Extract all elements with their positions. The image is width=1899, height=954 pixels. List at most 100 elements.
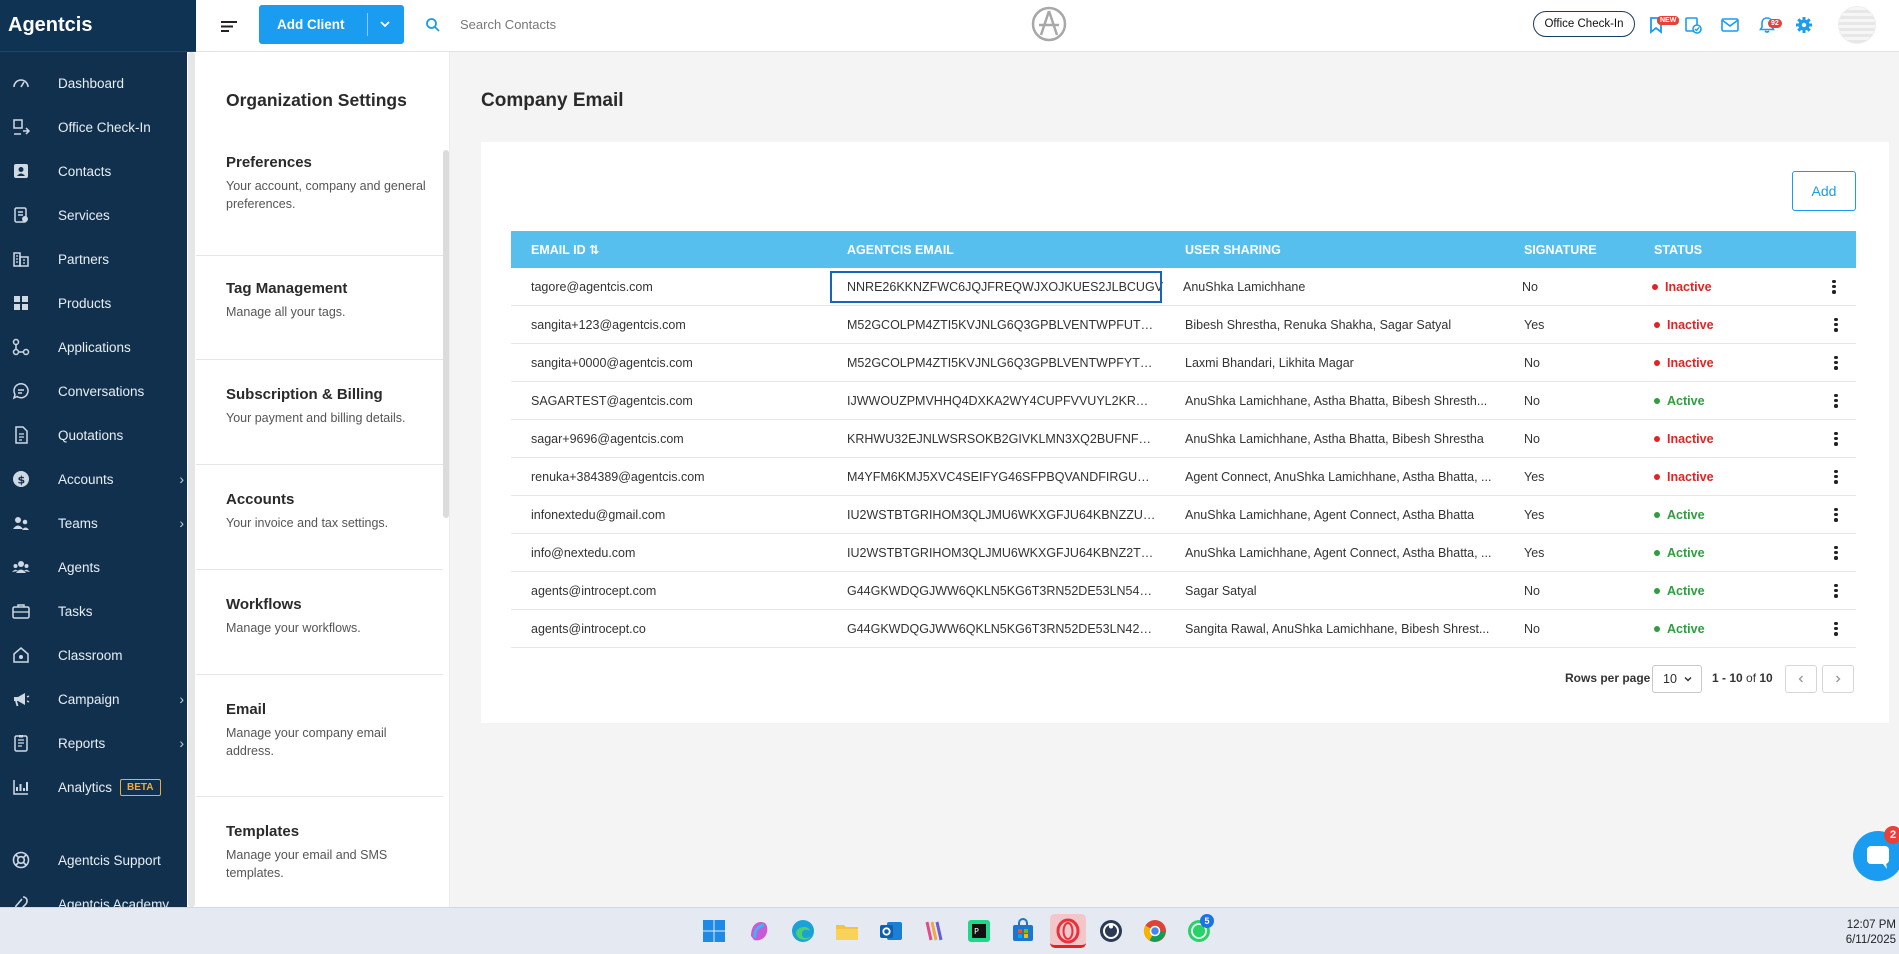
sidebar-item-partners[interactable]: Partners xyxy=(0,237,196,281)
sidebar-item-products[interactable]: Products xyxy=(0,281,196,325)
cell-agentcis-email[interactable]: IJWWOUZPMVHHQ4DXKA2WY4CUPFVVUYL2KRWFET..… xyxy=(827,394,1165,408)
cell-agentcis-email[interactable]: G44GKWDQGJWW6QKLN5KG6T3RN52DE53LN54VSV..… xyxy=(827,584,1165,598)
cell-agentcis-email[interactable]: NNRE26KKNZFWC6JQJFREQWJXOJKUES2JLBCUGVLF… xyxy=(829,270,1163,304)
chevron-down-icon[interactable] xyxy=(378,17,392,31)
table-row[interactable]: tagore@agentcis.com NNRE26KKNZFWC6JQJFREQ… xyxy=(511,268,1856,306)
cell-agentcis-email[interactable]: M52GCOLPM4ZTI5KVJNLG6Q3GPBLVENTWPFYTQTC.… xyxy=(827,356,1165,370)
cell-agentcis-email[interactable]: M52GCOLPM4ZTI5KVJNLG6Q3GPBLVENTWPFUTMS..… xyxy=(827,318,1165,332)
office-checkin-button[interactable]: Office Check-In xyxy=(1533,11,1635,37)
table-row[interactable]: SAGARTEST@agentcis.com IJWWOUZPMVHHQ4DXKA… xyxy=(511,382,1856,420)
next-page-button[interactable] xyxy=(1822,665,1854,693)
outlook-icon[interactable] xyxy=(878,918,904,944)
cell-user-sharing: Bibesh Shrestha, Renuka Shakha, Sagar Sa… xyxy=(1185,317,1452,332)
sidebar-item-office-check-in[interactable]: Office Check-In xyxy=(0,105,196,149)
sidebar-item-tasks[interactable]: Tasks xyxy=(0,589,196,633)
pycharm-icon[interactable]: P xyxy=(966,918,992,944)
clock-time: 12:07 PM xyxy=(1846,919,1896,931)
settings-item-preferences[interactable]: Preferences Your account, company and gen… xyxy=(196,132,443,256)
system-clock[interactable]: 12:07 PM 6/11/2025 xyxy=(1830,918,1896,948)
row-actions-kebab-icon[interactable] xyxy=(1834,621,1838,636)
row-actions-kebab-icon[interactable] xyxy=(1834,583,1838,598)
sidebar-item-campaign[interactable]: Campaign › xyxy=(0,677,196,721)
mail-icon[interactable] xyxy=(1720,15,1740,35)
chrome-icon[interactable] xyxy=(1142,918,1168,944)
row-actions-kebab-icon[interactable] xyxy=(1834,507,1838,522)
table-row[interactable]: infonextedu@gmail.com IU2WSTBTGRIHOM3QLJM… xyxy=(511,496,1856,534)
sidebar-item-reports[interactable]: Reports › xyxy=(0,721,196,765)
sidebar-item-agentcis-academy[interactable]: Agentcis Academy xyxy=(0,882,196,907)
status-badge: Active xyxy=(1654,394,1816,408)
row-actions-kebab-icon[interactable] xyxy=(1834,431,1838,446)
table-row[interactable]: renuka+384389@agentcis.com M4YFM6KMJ5XVC4… xyxy=(511,458,1856,496)
edge-browser-icon[interactable] xyxy=(790,918,816,944)
row-actions-kebab-icon[interactable] xyxy=(1834,393,1838,408)
cell-agentcis-email[interactable]: IU2WSTBTGRIHOM3QLJMU6WKXGFJU64KBNZZUQU..… xyxy=(827,508,1165,522)
opera-browser-taskbar-item[interactable] xyxy=(1050,914,1086,948)
sidebar-item-teams[interactable]: Teams › xyxy=(0,501,196,545)
row-actions-kebab-icon[interactable] xyxy=(1834,317,1838,332)
table-row[interactable]: agents@introcept.com G44GKWDQGJWW6QKLN5KG… xyxy=(511,572,1856,610)
sidebar-item-dashboard[interactable]: Dashboard xyxy=(0,61,196,105)
table-row[interactable]: info@nextedu.com IU2WSTBTGRIHOM3QLJMU6WKX… xyxy=(511,534,1856,572)
user-avatar[interactable] xyxy=(1838,6,1876,44)
row-actions-kebab-icon[interactable] xyxy=(1834,545,1838,560)
table-row[interactable]: sagar+9696@agentcis.com KRHWU32EJNLWSRSOK… xyxy=(511,420,1856,458)
obs-studio-icon[interactable] xyxy=(1098,918,1124,944)
table-row[interactable]: sangita+0000@agentcis.com M52GCOLPM4ZTI5K… xyxy=(511,344,1856,382)
settings-item-accounts[interactable]: Accounts Your invoice and tax settings. xyxy=(196,465,443,570)
microsoft-store-icon[interactable] xyxy=(1010,918,1036,944)
sidebar-item-agentcis-support[interactable]: Agentcis Support xyxy=(0,838,196,882)
sidebar-item-contacts[interactable]: Contacts xyxy=(0,149,196,193)
settings-gear-icon[interactable] xyxy=(1794,15,1814,35)
settings-item-tag-management[interactable]: Tag Management Manage all your tags. xyxy=(196,256,443,360)
chevron-right-icon: › xyxy=(179,735,184,751)
add-client-button[interactable]: Add Client xyxy=(259,5,404,44)
settings-item-workflows[interactable]: Workflows Manage your workflows. xyxy=(196,570,443,675)
add-email-button[interactable]: Add xyxy=(1792,171,1856,211)
sidebar-item-applications[interactable]: Applications xyxy=(0,325,196,369)
rows-per-page-select[interactable]: 10 xyxy=(1652,665,1702,693)
previous-page-button[interactable] xyxy=(1785,665,1817,693)
task-check-icon[interactable] xyxy=(1683,15,1703,35)
cell-signature: No xyxy=(1524,583,1540,598)
nav-label: Office Check-In xyxy=(58,119,151,135)
sidebar-scrollbar[interactable] xyxy=(187,52,196,907)
column-header-email-id[interactable]: EMAIL ID ⇅ xyxy=(511,242,827,257)
sidebar-item-analytics[interactable]: Analytics BETA xyxy=(0,765,196,809)
settings-item-subscription-billing[interactable]: Subscription & Billing Your payment and b… xyxy=(196,360,443,465)
sidebar-item-agents[interactable]: Agents xyxy=(0,545,196,589)
cell-agentcis-email[interactable]: IU2WSTBTGRIHOM3QLJMU6WKXGFJU64KBNZ2TEVZ.… xyxy=(827,546,1165,560)
chevron-right-icon: › xyxy=(179,515,184,531)
status-text: Active xyxy=(1667,393,1705,408)
row-actions-kebab-icon[interactable] xyxy=(1832,279,1836,294)
settings-item-templates[interactable]: Templates Manage your email and SMS templ… xyxy=(196,797,443,907)
sidebar-item-services[interactable]: Services xyxy=(0,193,196,237)
table-row[interactable]: sangita+123@agentcis.com M52GCOLPM4ZTI5KV… xyxy=(511,306,1856,344)
sidebar-item-accounts[interactable]: $ Accounts › xyxy=(0,457,196,501)
cell-agentcis-email[interactable]: KRHWU32EJNLWSRSOKB2GIVKLMN3XQ2BUFNFGM3..… xyxy=(827,432,1165,446)
brand-logo[interactable]: Agentcis xyxy=(0,0,196,52)
file-explorer-icon[interactable] xyxy=(834,918,860,944)
search-contacts-input[interactable] xyxy=(460,12,760,36)
cell-signature: Yes xyxy=(1524,507,1545,522)
status-badge: Inactive xyxy=(1652,280,1814,294)
status-text: Active xyxy=(1667,545,1705,560)
cell-agentcis-email[interactable]: M4YFM6KMJ5XVC4SEIFYG46SFPBQVANDFIRGUOMJQ… xyxy=(827,470,1165,484)
academy-icon xyxy=(10,893,32,907)
cell-agentcis-email[interactable]: G44GKWDQGJWW6QKLN5KG6T3RN52DE53LN42FER..… xyxy=(827,622,1165,636)
status-dot xyxy=(1654,625,1660,632)
menu-toggle-icon[interactable] xyxy=(220,17,238,35)
sidebar-item-conversations[interactable]: Conversations xyxy=(0,369,196,413)
windows-start-icon[interactable] xyxy=(701,918,727,944)
winrar-icon[interactable] xyxy=(922,918,948,944)
row-actions-kebab-icon[interactable] xyxy=(1834,469,1838,484)
copilot-icon[interactable] xyxy=(746,918,772,944)
settings-scrollbar[interactable] xyxy=(443,150,449,518)
cell-email-id: agents@introcept.com xyxy=(531,583,657,598)
row-actions-kebab-icon[interactable] xyxy=(1834,355,1838,370)
table-row[interactable]: agents@introcept.co G44GKWDQGJWW6QKLN5KG6… xyxy=(511,610,1856,648)
sidebar-item-classroom[interactable]: Classroom xyxy=(0,633,196,677)
notification-count-badge: 92 xyxy=(1768,19,1782,28)
sidebar-item-quotations[interactable]: Quotations xyxy=(0,413,196,457)
settings-item-email[interactable]: Email Manage your company email address. xyxy=(196,675,443,797)
